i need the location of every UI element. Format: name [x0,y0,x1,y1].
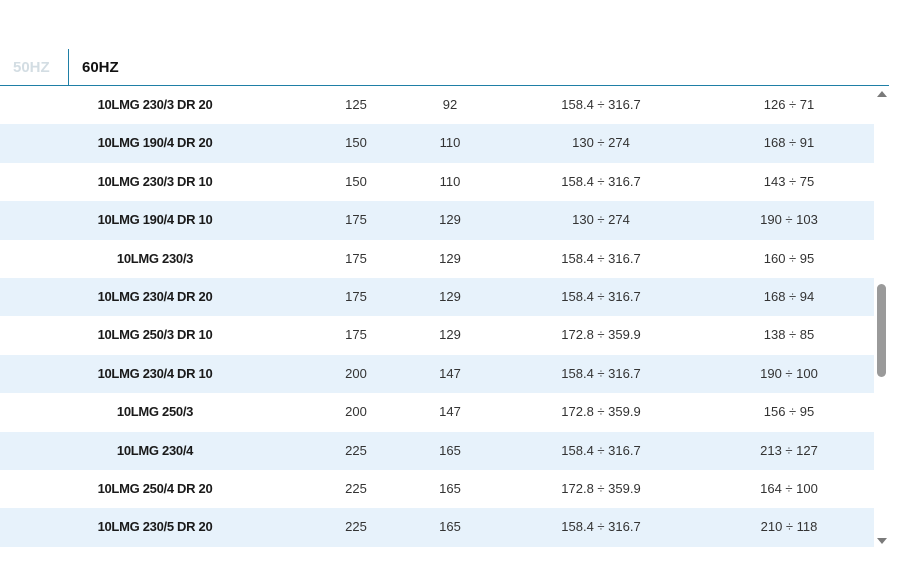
value-cell-2: 165 [439,442,461,458]
value-cell-1: 150 [345,135,367,151]
value-cell-2: 110 [439,173,461,189]
range-cell-1: 130 ÷ 274 [572,135,630,151]
table-row: 10LMG 250/3 200 147 172.8 ÷ 359.9 156 ÷ 95 [0,393,874,431]
tab-60hz[interactable]: 60HZ [82,49,119,85]
model-name-cell: 10LMG 230/3 [116,250,194,266]
range-cell-2: 164 ÷ 100 [760,480,818,496]
model-name-cell: 10LMG 230/4 DR 20 [97,288,213,304]
table-body: 10LMG 230/3 DR 20 125 92 158.4 ÷ 316.7 126 ÷… [0,86,874,547]
value-cell-2: 147 [439,365,461,381]
model-name-cell: 10LMG 190/4 DR 20 [97,135,213,151]
value-cell-1: 175 [345,327,367,343]
value-cell-2: 129 [439,250,461,266]
value-cell-1: 225 [345,442,367,458]
table-row: 10LMG 230/4 225 165 158.4 ÷ 316.7 213 ÷ 127 [0,431,874,470]
range-cell-1: 172.8 ÷ 359.9 [561,327,641,343]
table-row: 10LMG 190/4 DR 10 175 129 130 ÷ 274 190 ÷ 10… [0,201,874,240]
value-cell-2: 165 [439,480,461,496]
triangle-down-icon[interactable] [877,538,887,544]
range-cell-1: 158.4 ÷ 316.7 [561,173,641,189]
scrollbar-thumb[interactable] [877,284,886,377]
range-cell-2: 138 ÷ 85 [763,327,815,343]
range-cell-2: 190 ÷ 103 [760,212,818,228]
table-row: 10LMG 230/3 DR 10 150 110 158.4 ÷ 316.7 143 … [0,163,874,201]
value-cell-2: 129 [439,288,461,304]
model-name-cell: 10LMG 230/4 [116,442,194,458]
table-row: 10LMG 230/5 DR 20 225 165 158.4 ÷ 316.7 210 … [0,508,874,547]
value-cell-2: 129 [439,212,461,228]
range-cell-2: 210 ÷ 118 [760,519,818,535]
range-cell-1: 130 ÷ 274 [572,212,630,228]
model-name-cell: 10LMG 250/3 DR 10 [97,327,213,343]
value-cell-1: 225 [345,480,367,496]
value-cell-1: 175 [345,250,367,266]
frequency-tabs: 50HZ 60HZ [0,49,889,86]
range-cell-1: 158.4 ÷ 316.7 [561,288,641,304]
range-cell-2: 190 ÷ 100 [760,365,818,381]
model-name-cell: 10LMG 250/4 DR 20 [97,480,213,496]
value-cell-1: 200 [345,404,367,420]
model-name-cell: 10LMG 230/5 DR 20 [97,519,213,535]
value-cell-2: 92 [442,97,458,112]
value-cell-1: 225 [345,519,367,535]
range-cell-1: 158.4 ÷ 316.7 [561,250,641,266]
range-cell-1: 158.4 ÷ 316.7 [561,97,641,112]
range-cell-2: 213 ÷ 127 [760,442,818,458]
value-cell-2: 110 [439,135,461,151]
range-cell-2: 143 ÷ 75 [763,173,815,189]
table-row: 10LMG 230/3 175 129 158.4 ÷ 316.7 160 ÷ 95 [0,240,874,278]
value-cell-1: 150 [345,173,367,189]
range-cell-1: 172.8 ÷ 359.9 [561,480,641,496]
range-cell-2: 126 ÷ 71 [763,97,815,112]
value-cell-1: 175 [345,212,367,228]
range-cell-1: 172.8 ÷ 359.9 [561,404,641,420]
table-row: 10LMG 230/4 DR 10 200 147 158.4 ÷ 316.7 190 … [0,354,874,394]
tab-50hz[interactable]: 50HZ [13,49,50,85]
table-row: 10LMG 250/4 DR 20 225 165 172.8 ÷ 359.9 164 … [0,470,874,508]
product-table: 10LMG 230/3 DR 20 125 92 158.4 ÷ 316.7 126 ÷… [0,86,874,547]
table-row: 10LMG 230/4 DR 20 175 129 158.4 ÷ 316.7 168 … [0,277,874,317]
vertical-scrollbar[interactable] [874,86,889,547]
tab-divider [68,49,69,85]
range-cell-2: 168 ÷ 94 [763,288,815,304]
table-row: 10LMG 190/4 DR 20 150 110 130 ÷ 274 168 ÷ 91 [0,124,874,163]
model-name-cell: 10LMG 190/4 DR 10 [97,212,213,228]
value-cell-2: 147 [439,404,461,420]
table-row: 10LMG 250/3 DR 10 175 129 172.8 ÷ 359.9 138 … [0,316,874,354]
range-cell-1: 158.4 ÷ 316.7 [561,442,641,458]
range-cell-1: 158.4 ÷ 316.7 [561,365,641,381]
range-cell-1: 158.4 ÷ 316.7 [561,519,641,535]
value-cell-2: 129 [439,327,461,343]
model-name-cell: 10LMG 230/3 DR 10 [97,173,213,189]
model-name-cell: 10LMG 230/4 DR 10 [97,365,213,381]
triangle-up-icon[interactable] [877,91,887,97]
value-cell-1: 175 [345,288,367,304]
value-cell-1: 125 [345,97,367,112]
range-cell-2: 156 ÷ 95 [763,404,815,420]
value-cell-1: 200 [345,365,367,381]
range-cell-2: 168 ÷ 91 [763,135,815,151]
model-name-cell: 10LMG 250/3 [116,404,194,420]
model-name-cell: 10LMG 230/3 DR 20 [97,97,213,112]
table-row: 10LMG 230/3 DR 20 125 92 158.4 ÷ 316.7 126 ÷… [0,86,874,124]
range-cell-2: 160 ÷ 95 [763,250,815,266]
value-cell-2: 165 [439,519,461,535]
